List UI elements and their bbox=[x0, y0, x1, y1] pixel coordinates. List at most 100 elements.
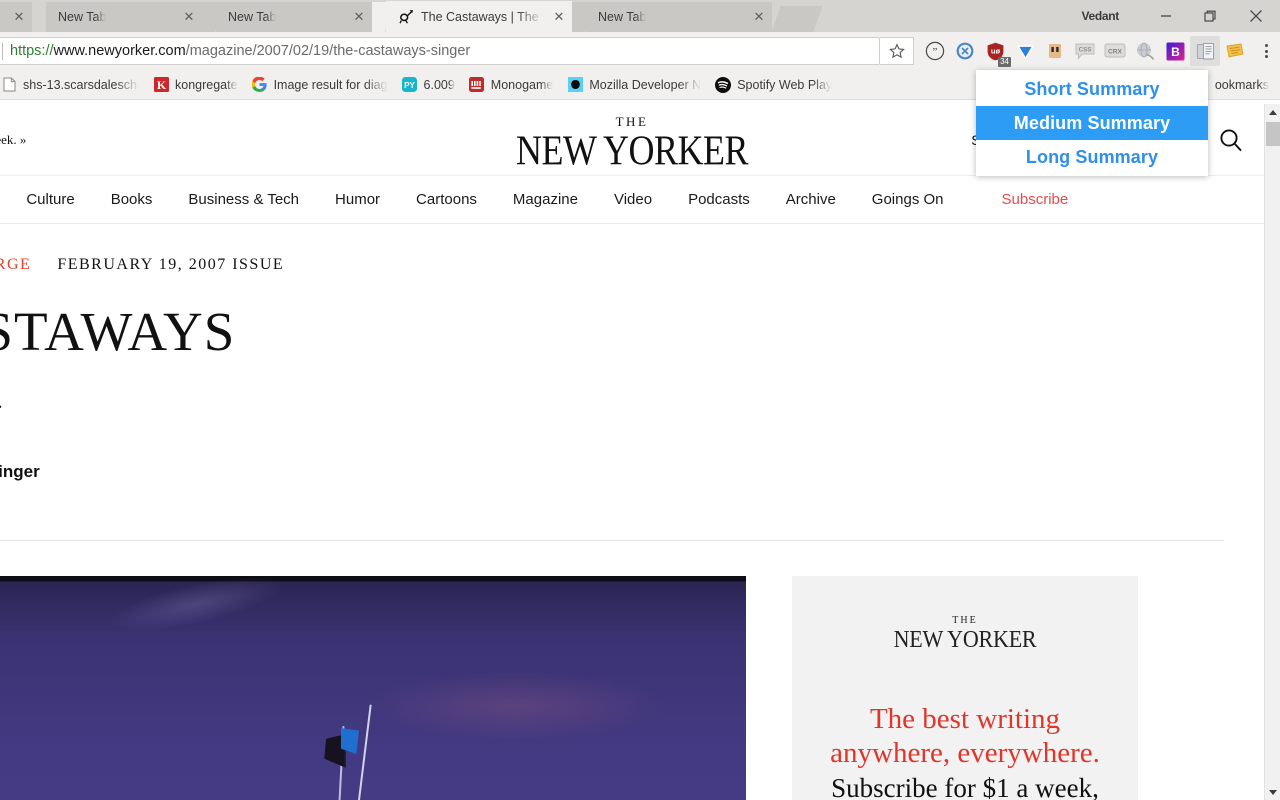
css-viewer-icon[interactable]: CSS bbox=[1070, 36, 1100, 66]
article-category[interactable]: T LARGE bbox=[0, 256, 31, 274]
svg-text:CSS: CSS bbox=[1079, 46, 1092, 53]
scroll-up-arrow-icon[interactable] bbox=[1265, 104, 1280, 120]
bookmark-item[interactable]: Image result for diag bbox=[245, 73, 395, 97]
bookmark-label: Image result for diag bbox=[273, 77, 388, 92]
article-body: THE NEW YORKER The best writing anywhere… bbox=[0, 576, 1264, 800]
tab-item[interactable]: New Tab ✕ bbox=[586, 2, 772, 32]
ad-cta-link[interactable]: Subscribe bbox=[831, 773, 937, 800]
nav-item-cartoons[interactable]: Cartoons bbox=[398, 191, 495, 208]
tab-separator bbox=[372, 2, 386, 32]
tab-item-active[interactable]: The Castaways | The New ✕ bbox=[386, 1, 572, 32]
ad-logo-main: NEW YORKER bbox=[893, 624, 1037, 653]
tab-close-icon[interactable]: ✕ bbox=[350, 8, 368, 26]
tab-item[interactable]: New Tab bbox=[216, 2, 344, 32]
dropdown-item-short-summary[interactable]: Short Summary bbox=[976, 72, 1208, 106]
promo-text[interactable]: week. » bbox=[0, 132, 26, 148]
bookmark-item[interactable]: Spotify Web Play bbox=[708, 73, 839, 97]
bookmark-item[interactable]: shs-13.scarsdalescho bbox=[0, 73, 146, 97]
bookmark-star-icon[interactable] bbox=[880, 37, 914, 65]
tab-title: New Tab bbox=[58, 10, 107, 24]
globe-gray-icon[interactable] bbox=[1130, 36, 1160, 66]
bookmark-label: 6.009 bbox=[423, 77, 455, 92]
newyorker-monocle-icon bbox=[398, 9, 414, 25]
bookmark-label: shs-13.scarsdalescho bbox=[23, 77, 139, 92]
chrome-menu-icon[interactable] bbox=[1252, 32, 1280, 70]
browser-window: ✕ New Tab ✕ New Tab ✕ The Castaways | Th… bbox=[0, 0, 1280, 800]
bookmark-item[interactable]: Monogame bbox=[462, 73, 561, 97]
kongregate-k-icon: K bbox=[153, 77, 169, 93]
article-header: T LARGE FEBRUARY 19, 2007 ISSUE CASTAWAY… bbox=[0, 256, 1264, 541]
search-icon[interactable] bbox=[1216, 125, 1246, 155]
article-byline[interactable]: rk Singer bbox=[0, 462, 1264, 482]
ad-headline-line2: anywhere, everywhere. bbox=[830, 736, 1100, 769]
tab-separator bbox=[202, 2, 216, 32]
scroll-down-arrow-icon[interactable] bbox=[1265, 784, 1280, 800]
nav-item-video[interactable]: Video bbox=[596, 191, 670, 208]
robot-face-icon[interactable] bbox=[1040, 36, 1070, 66]
nav-item-humor[interactable]: Humor bbox=[317, 191, 398, 208]
sidebar-rail: THE NEW YORKER The best writing anywhere… bbox=[792, 576, 1138, 800]
tab-item[interactable]: New Tab bbox=[46, 2, 174, 32]
site-logo-main: NEW YORKER bbox=[516, 126, 749, 174]
profile-name-label[interactable]: Vedant bbox=[1081, 9, 1119, 23]
site-logo-the: THE bbox=[615, 113, 649, 129]
bookmark-label: Mozilla Developer N bbox=[589, 77, 702, 92]
nav-item-magazine[interactable]: Magazine bbox=[495, 191, 596, 208]
nav-item-podcasts[interactable]: Podcasts bbox=[670, 191, 768, 208]
nav-item-subscribe[interactable]: Subscribe bbox=[962, 191, 1087, 208]
bookmark-item[interactable]: Mozilla Developer N bbox=[560, 73, 708, 97]
address-bar[interactable]: https://www.newyorker.com/magazine/2007/… bbox=[0, 37, 880, 65]
scrollbar-thumb[interactable] bbox=[1266, 122, 1280, 146]
ad-headline-line1: The best writing bbox=[869, 703, 1061, 736]
article-dek: ssey. bbox=[0, 389, 1264, 414]
tab-close-icon[interactable]: ✕ bbox=[10, 8, 28, 26]
article-issue-date[interactable]: FEBRUARY 19, 2007 ISSUE bbox=[57, 256, 284, 274]
minimize-button[interactable] bbox=[1143, 0, 1188, 32]
nav-item-news[interactable]: ws bbox=[0, 191, 8, 208]
toolbar: https://www.newyorker.com/magazine/2007/… bbox=[0, 32, 1280, 70]
svg-text:B: B bbox=[1171, 45, 1180, 59]
tab-title: New Tab bbox=[228, 10, 277, 24]
nav-item-culture[interactable]: Culture bbox=[8, 191, 92, 208]
url-path: /magazine/2007/02/19/the-castaways-singe… bbox=[185, 43, 471, 59]
summarizer-icon[interactable] bbox=[1190, 36, 1220, 66]
bookmark-label: Monogame bbox=[490, 77, 554, 92]
google-g-icon bbox=[252, 77, 268, 93]
maximize-button[interactable] bbox=[1188, 0, 1233, 32]
nav-item-archive[interactable]: Archive bbox=[768, 191, 854, 208]
tab-item[interactable]: ✕ bbox=[344, 2, 372, 32]
photo-mast bbox=[346, 704, 372, 800]
photo-haze-upper bbox=[103, 576, 289, 643]
circle-x-icon[interactable] bbox=[950, 36, 980, 66]
subscribe-ad[interactable]: THE NEW YORKER The best writing anywhere… bbox=[792, 576, 1138, 800]
nav-item-books[interactable]: Books bbox=[93, 191, 171, 208]
tab-close-icon[interactable]: ✕ bbox=[750, 8, 768, 26]
bookmark-item[interactable]: PY 6.009 bbox=[395, 73, 462, 97]
new-tab-button[interactable] bbox=[771, 6, 823, 32]
tab-close-icon[interactable]: ✕ bbox=[550, 8, 568, 26]
mdn-icon bbox=[567, 77, 583, 93]
dropdown-item-long-summary[interactable]: Long Summary bbox=[976, 140, 1208, 174]
dropdown-item-medium-summary[interactable]: Medium Summary bbox=[976, 106, 1208, 140]
ublock-origin-icon[interactable]: uø 34 bbox=[980, 36, 1011, 67]
vertical-scrollbar[interactable] bbox=[1264, 104, 1280, 800]
nav-item-goings-on[interactable]: Goings On bbox=[854, 191, 962, 208]
bookmark-overflow-item[interactable]: ookmarks bbox=[1208, 73, 1276, 97]
grammar-diamond-icon[interactable] bbox=[1010, 36, 1040, 66]
nav-item-business-tech[interactable]: Business & Tech bbox=[170, 191, 317, 208]
bitwarden-b-icon[interactable]: B bbox=[1160, 36, 1190, 66]
tab-item[interactable]: ✕ bbox=[0, 2, 32, 32]
tab-close-icon[interactable]: ✕ bbox=[180, 8, 198, 26]
article-title: CASTAWAYS bbox=[0, 301, 236, 362]
tab-item[interactable]: ✕ bbox=[174, 2, 202, 32]
ad-cta-line: Subscribe for $1 a week, bbox=[812, 773, 1118, 800]
window-controls: Vedant bbox=[1081, 0, 1280, 32]
crx-extractor-icon[interactable]: CRX bbox=[1100, 36, 1130, 66]
site-logo[interactable]: THE NEW YORKER bbox=[516, 113, 749, 171]
bookmark-item[interactable]: K kongregate bbox=[146, 73, 245, 97]
quote-bubble-icon[interactable]: ” bbox=[920, 36, 950, 66]
tab-title: The Castaways | The New bbox=[421, 9, 544, 24]
tab-separator bbox=[572, 2, 586, 32]
sticky-note-icon[interactable] bbox=[1220, 36, 1250, 66]
close-button[interactable] bbox=[1233, 0, 1278, 32]
